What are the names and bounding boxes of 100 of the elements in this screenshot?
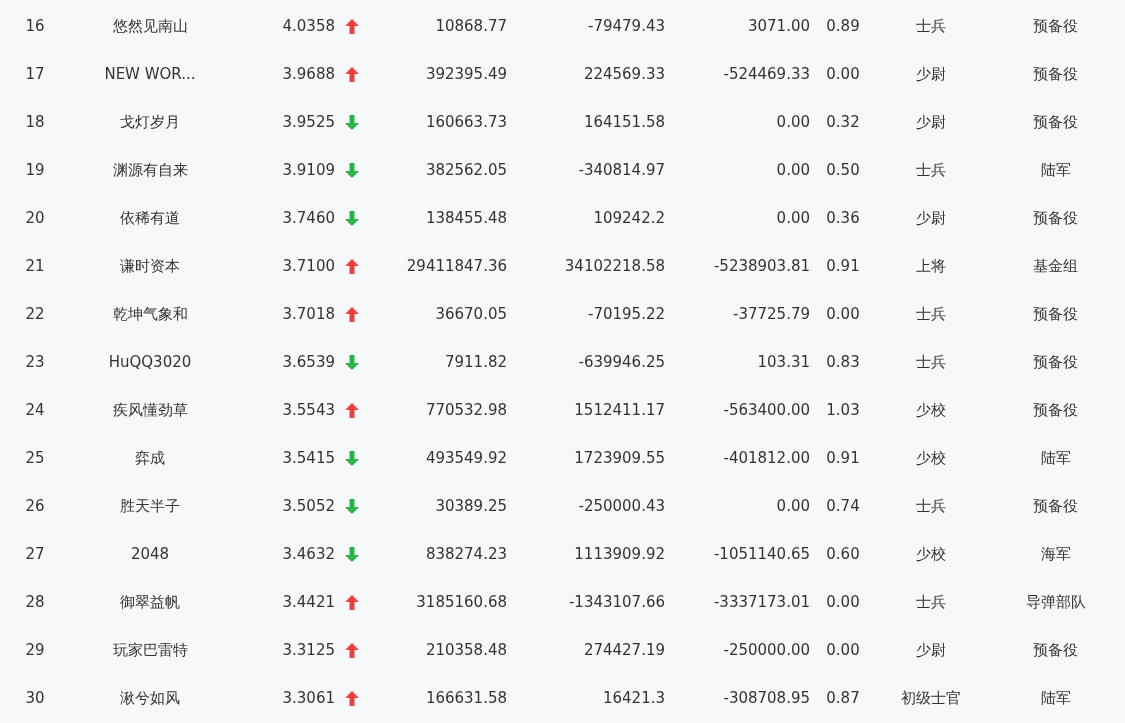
score-value: 3.9109 <box>282 159 335 181</box>
score-value: 3.7100 <box>282 255 335 277</box>
rank-number: 19 <box>25 159 45 181</box>
table-value: 224569.33 <box>583 63 665 85</box>
table-value: -1343107.66 <box>568 591 665 613</box>
table-value: 210358.48 <box>425 639 507 661</box>
group-name: 预备役 <box>1033 111 1078 133</box>
player-name: NEW WOR... <box>104 63 196 85</box>
table-value: 493549.92 <box>425 447 507 469</box>
rank-title: 士兵 <box>916 159 946 181</box>
table-value: 1.03 <box>826 399 860 421</box>
score-value: 3.7018 <box>282 303 335 325</box>
table-value: -401812.00 <box>723 447 810 469</box>
table-value: 0.89 <box>826 15 860 37</box>
table-value: 1723909.55 <box>574 447 665 469</box>
table-value: 0.60 <box>826 543 860 565</box>
score-value: 3.5415 <box>282 447 335 469</box>
table-value: 0.00 <box>776 207 810 229</box>
table-value: -3337173.01 <box>713 591 810 613</box>
rank-title: 士兵 <box>916 591 946 613</box>
rank-title: 少尉 <box>916 639 946 661</box>
player-name: 御翠益帆 <box>120 591 180 613</box>
table-value: 10868.77 <box>435 15 507 37</box>
rank-number: 21 <box>25 255 45 277</box>
group-name: 预备役 <box>1033 207 1078 229</box>
table-value: 0.00 <box>776 495 810 517</box>
rank-number: 24 <box>25 399 45 421</box>
score-value: 3.3125 <box>282 639 335 661</box>
player-name: 依稀有道 <box>120 207 180 229</box>
table-value: 30389.25 <box>435 495 507 517</box>
table-value: 3185160.68 <box>416 591 507 613</box>
table-value: -1051140.65 <box>713 543 810 565</box>
table-value: 103.31 <box>757 351 810 373</box>
group-name: 海军 <box>1040 543 1071 565</box>
group-name: 基金组 <box>1033 255 1078 277</box>
rank-title: 上将 <box>916 255 946 277</box>
rank-number: 29 <box>25 639 45 661</box>
score-value: 3.4632 <box>282 543 335 565</box>
rank-number: 27 <box>25 543 45 565</box>
table-value: -250000.43 <box>578 495 665 517</box>
table-value: 392395.49 <box>425 63 507 85</box>
table-value: 0.91 <box>826 255 860 277</box>
rank-title: 少尉 <box>916 63 946 85</box>
table-value: -524469.33 <box>723 63 810 85</box>
score-value: 3.6539 <box>282 351 335 373</box>
table-value: 0.50 <box>826 159 860 181</box>
score-value: 3.5052 <box>282 495 335 517</box>
player-name: 湫兮如风 <box>120 687 180 709</box>
score-value: 4.0358 <box>282 15 335 37</box>
table-value: 36670.05 <box>435 303 507 325</box>
table-value: 164151.58 <box>583 111 665 133</box>
table-value: -308708.95 <box>723 687 810 709</box>
table-value: 838274.23 <box>425 543 507 565</box>
group-name: 陆军 <box>1040 159 1071 181</box>
score-value: 3.7460 <box>282 207 335 229</box>
rank-number: 17 <box>25 63 45 85</box>
table-value: 0.32 <box>826 111 860 133</box>
table-value: 7911.82 <box>444 351 507 373</box>
rank-title: 士兵 <box>916 303 946 325</box>
player-name: 胜天半子 <box>120 495 180 517</box>
table-value: -79479.43 <box>588 15 665 37</box>
player-name: 悠然见南山 <box>112 15 188 37</box>
rank-title: 少校 <box>916 447 946 469</box>
group-name: 预备役 <box>1033 639 1078 661</box>
table-value: -340814.97 <box>578 159 665 181</box>
table-value: -5238903.81 <box>713 255 810 277</box>
score-value: 3.3061 <box>282 687 335 709</box>
table-value: 1113909.92 <box>574 543 665 565</box>
rank-number: 16 <box>25 15 45 37</box>
group-name: 陆军 <box>1040 447 1071 469</box>
group-name: 预备役 <box>1033 351 1078 373</box>
table-value: 16421.3 <box>602 687 665 709</box>
table-value: 166631.58 <box>425 687 507 709</box>
rank-title: 士兵 <box>916 351 946 373</box>
table-value: 0.91 <box>826 447 860 469</box>
table-value: -70195.22 <box>588 303 665 325</box>
group-name: 陆军 <box>1040 687 1071 709</box>
table-value: 0.00 <box>826 639 860 661</box>
table-value: -563400.00 <box>723 399 810 421</box>
table-value: 160663.73 <box>425 111 507 133</box>
table-value: 0.36 <box>826 207 860 229</box>
table-value: 0.87 <box>826 687 860 709</box>
rank-number: 30 <box>25 687 45 709</box>
rank-number: 28 <box>25 591 45 613</box>
score-value: 3.4421 <box>282 591 335 613</box>
table-value: -639946.25 <box>578 351 665 373</box>
table-value: 0.00 <box>776 111 810 133</box>
rank-title: 士兵 <box>916 495 946 517</box>
rank-title: 少校 <box>916 543 946 565</box>
table-value: 0.00 <box>776 159 810 181</box>
rank-number: 22 <box>25 303 45 325</box>
rank-title: 士兵 <box>916 15 946 37</box>
group-name: 预备役 <box>1033 63 1078 85</box>
rank-number: 26 <box>25 495 45 517</box>
rank-title: 少尉 <box>916 207 946 229</box>
player-name: 玩家巴雷特 <box>112 639 188 661</box>
player-name: 乾坤气象和 <box>112 303 188 325</box>
score-value: 3.9688 <box>282 63 335 85</box>
table-value: 1512411.17 <box>574 399 665 421</box>
rank-title: 少校 <box>916 399 946 421</box>
